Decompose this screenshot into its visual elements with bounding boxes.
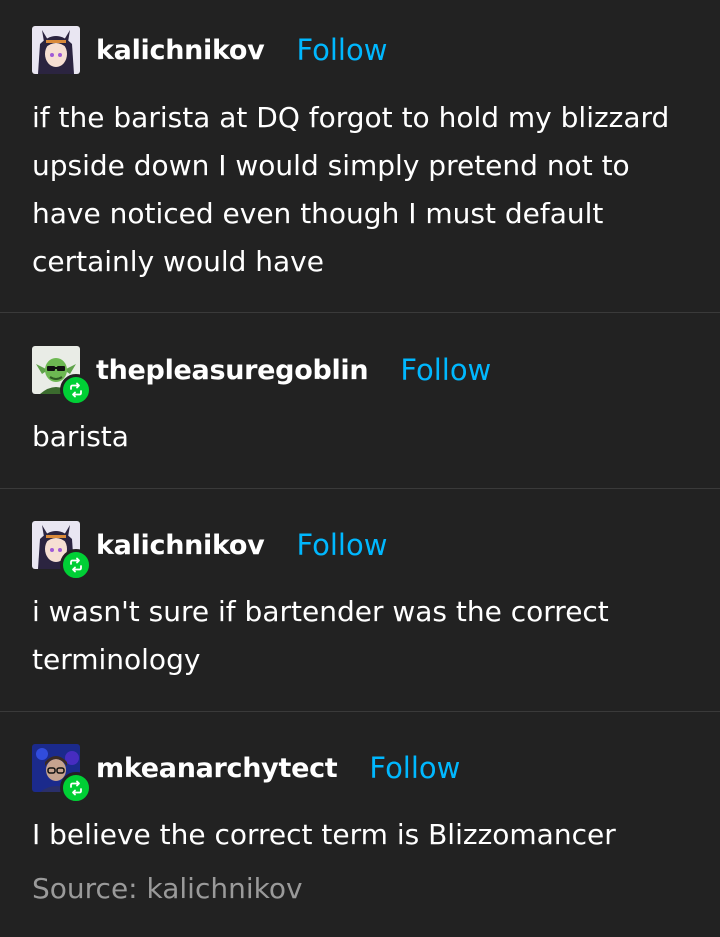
post-3: kalichnikov Follow i wasn't sure if bart…: [0, 488, 720, 711]
username[interactable]: mkeanarchytect: [96, 753, 338, 784]
reblog-icon: [60, 374, 92, 406]
post-body: barista: [32, 420, 129, 453]
reblog-icon: [60, 772, 92, 804]
post-1: kalichnikov Follow if the barista at DQ …: [0, 0, 720, 312]
post-header: kalichnikov Follow: [32, 26, 387, 74]
username[interactable]: thepleasuregoblin: [96, 355, 369, 386]
follow-button[interactable]: Follow: [369, 751, 460, 785]
post-body: i wasn't sure if bartender was the corre…: [32, 595, 609, 676]
username[interactable]: kalichnikov: [96, 35, 265, 66]
anime-avatar-icon[interactable]: [32, 26, 80, 74]
person-avatar-icon[interactable]: [32, 744, 92, 804]
follow-button[interactable]: Follow: [400, 353, 491, 387]
follow-button[interactable]: Follow: [296, 33, 387, 67]
post-2: thepleasuregoblin Follow barista: [0, 312, 720, 488]
goblin-avatar-icon[interactable]: [32, 346, 92, 406]
post-body: I believe the correct term is Blizzomanc…: [32, 818, 616, 851]
source-link[interactable]: Source: kalichnikov: [32, 872, 303, 905]
post-header: mkeanarchytect Follow: [32, 744, 460, 804]
follow-button[interactable]: Follow: [296, 528, 387, 562]
post-header: thepleasuregoblin Follow: [32, 346, 491, 406]
post-header: kalichnikov Follow: [32, 521, 387, 581]
post-body: if the barista at DQ forgot to hold my b…: [32, 101, 670, 278]
anime-avatar-icon[interactable]: [32, 521, 92, 581]
reblog-icon: [60, 549, 92, 581]
username[interactable]: kalichnikov: [96, 530, 265, 561]
